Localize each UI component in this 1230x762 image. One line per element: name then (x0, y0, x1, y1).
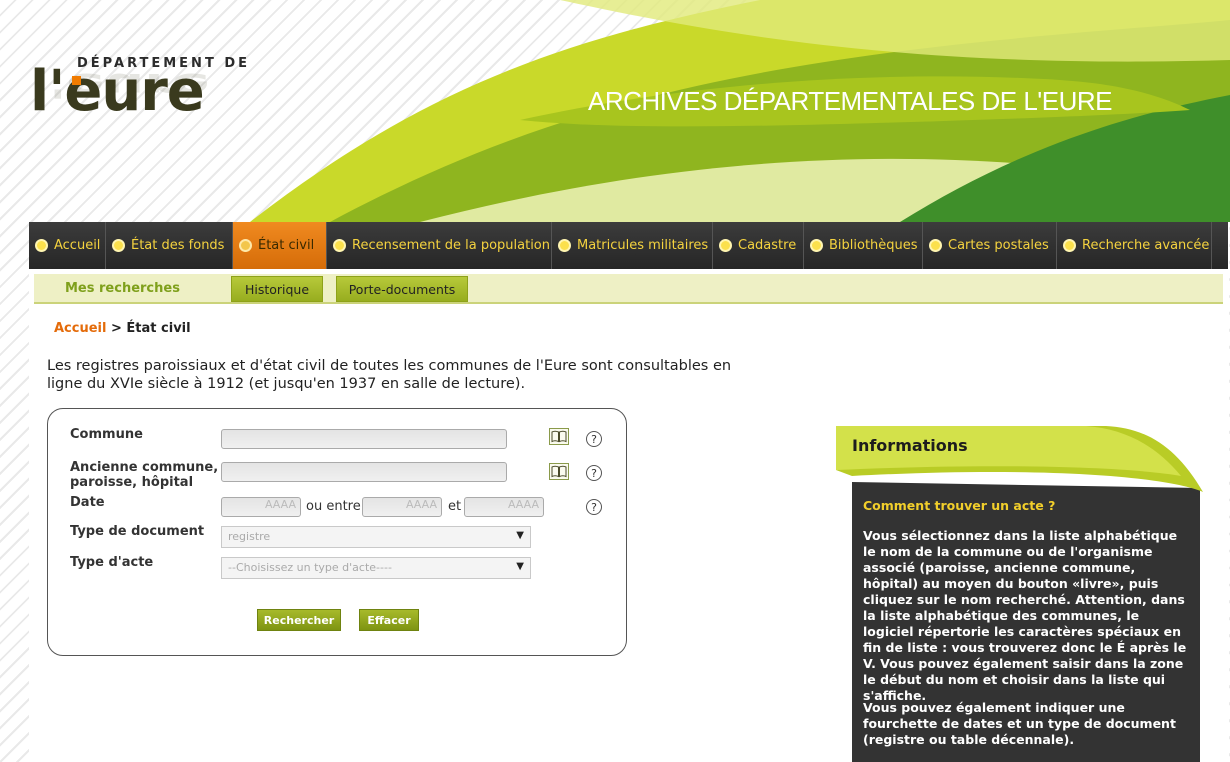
bullet-icon (719, 239, 732, 252)
nav-label: Recherche avancée (1082, 238, 1210, 253)
type-document-label: Type de document (70, 524, 205, 539)
nav-matricules-militaires[interactable]: Matricules militaires (552, 222, 713, 269)
site-header: DÉPARTEMENT DE l'eure l'eure ARCHIVES DÉ… (0, 0, 1230, 222)
nav-cadastre[interactable]: Cadastre (713, 222, 804, 269)
breadcrumb-home-link[interactable]: Accueil (54, 321, 106, 336)
ancienne-commune-input[interactable] (221, 462, 507, 482)
info-paragraph: Vous sélectionnez dans la liste alphabét… (863, 528, 1187, 703)
nav-label: Matricules militaires (577, 238, 709, 253)
nav-recensement[interactable]: Recensement de la population (327, 222, 552, 269)
nav-accueil[interactable]: Accueil (29, 222, 106, 269)
site-title: ARCHIVES DÉPARTEMENTALES DE L'EURE (588, 86, 1113, 116)
logo-reflection: l'eure (30, 65, 210, 105)
intro-text: Les registres paroissiaux et d'état civi… (47, 358, 732, 392)
info-panel: Informations Comment trouver un acte ? V… (836, 426, 1206, 762)
help-icon[interactable]: ? (586, 465, 602, 481)
dropdown-arrow-icon: ▼ (516, 561, 524, 572)
nav-etat-civil[interactable]: État civil (233, 222, 327, 269)
nav-etat-des-fonds[interactable]: État des fonds (106, 222, 233, 269)
breadcrumb-separator: > (106, 321, 127, 336)
nav-bibliotheques[interactable]: Bibliothèques (804, 222, 923, 269)
nav-cartes-postales[interactable]: Cartes postales (923, 222, 1057, 269)
nav-label: Cartes postales (948, 238, 1049, 253)
date-label: Date (70, 495, 105, 510)
date-start-input[interactable]: AAAA (362, 497, 442, 517)
et-text: et (448, 499, 462, 514)
breadcrumb: Accueil > État civil (54, 321, 191, 336)
bullet-icon (333, 239, 346, 252)
nav-label: Cadastre (738, 238, 797, 253)
bullet-icon (1063, 239, 1076, 252)
nav-label: Accueil (54, 238, 101, 253)
type-document-value: registre (228, 530, 271, 543)
bullet-icon (558, 239, 571, 252)
type-document-select[interactable]: registre ▼ (221, 526, 531, 548)
subnav-title: Mes recherches (65, 281, 180, 296)
search-form: Commune ? Ancienne commune, paroisse, hô… (47, 408, 627, 656)
nav-label: Bibliothèques (829, 238, 918, 253)
type-acte-select[interactable]: --Choisissez un type d'acte---- ▼ (221, 557, 531, 579)
info-subtitle: Comment trouver un acte ? (863, 498, 1056, 513)
search-button[interactable]: Rechercher (257, 609, 341, 631)
info-paragraph: Vous pouvez également indiquer une fourc… (863, 700, 1176, 747)
porte-documents-button[interactable]: Porte-documents (336, 276, 468, 302)
commune-label: Commune (70, 427, 143, 442)
ancienne-commune-label: Ancienne commune, paroisse, hôpital (70, 460, 219, 490)
book-icon[interactable] (549, 463, 569, 480)
date-input[interactable]: AAAA (221, 497, 301, 517)
date-end-input[interactable]: AAAA (464, 497, 544, 517)
nav-label: Recensement de la population (352, 238, 551, 253)
historique-button[interactable]: Historique (231, 276, 323, 302)
bullet-icon (112, 239, 125, 252)
bullet-icon (35, 239, 48, 252)
clear-button[interactable]: Effacer (359, 609, 419, 631)
nav-label: État des fonds (131, 238, 225, 253)
help-icon[interactable]: ? (586, 431, 602, 447)
logo-accent-square (72, 76, 81, 85)
type-acte-value: --Choisissez un type d'acte---- (228, 561, 392, 574)
bullet-icon (239, 239, 252, 252)
breadcrumb-current: État civil (126, 321, 191, 336)
help-icon[interactable]: ? (586, 499, 602, 515)
type-acte-label: Type d'acte (70, 555, 154, 570)
info-title: Informations (852, 436, 968, 455)
dropdown-arrow-icon: ▼ (516, 530, 524, 541)
ou-entre-text: ou entre (306, 499, 361, 514)
commune-input[interactable] (221, 429, 507, 449)
nav-label: État civil (258, 238, 315, 253)
book-icon[interactable] (549, 428, 569, 445)
main-navigation: Accueil État des fonds État civil Recens… (29, 222, 1228, 269)
bullet-icon (810, 239, 823, 252)
sub-navigation: Mes recherches Historique Porte-document… (34, 274, 1223, 304)
bullet-icon (929, 239, 942, 252)
nav-recherche-avancee[interactable]: Recherche avancée (1057, 222, 1212, 269)
